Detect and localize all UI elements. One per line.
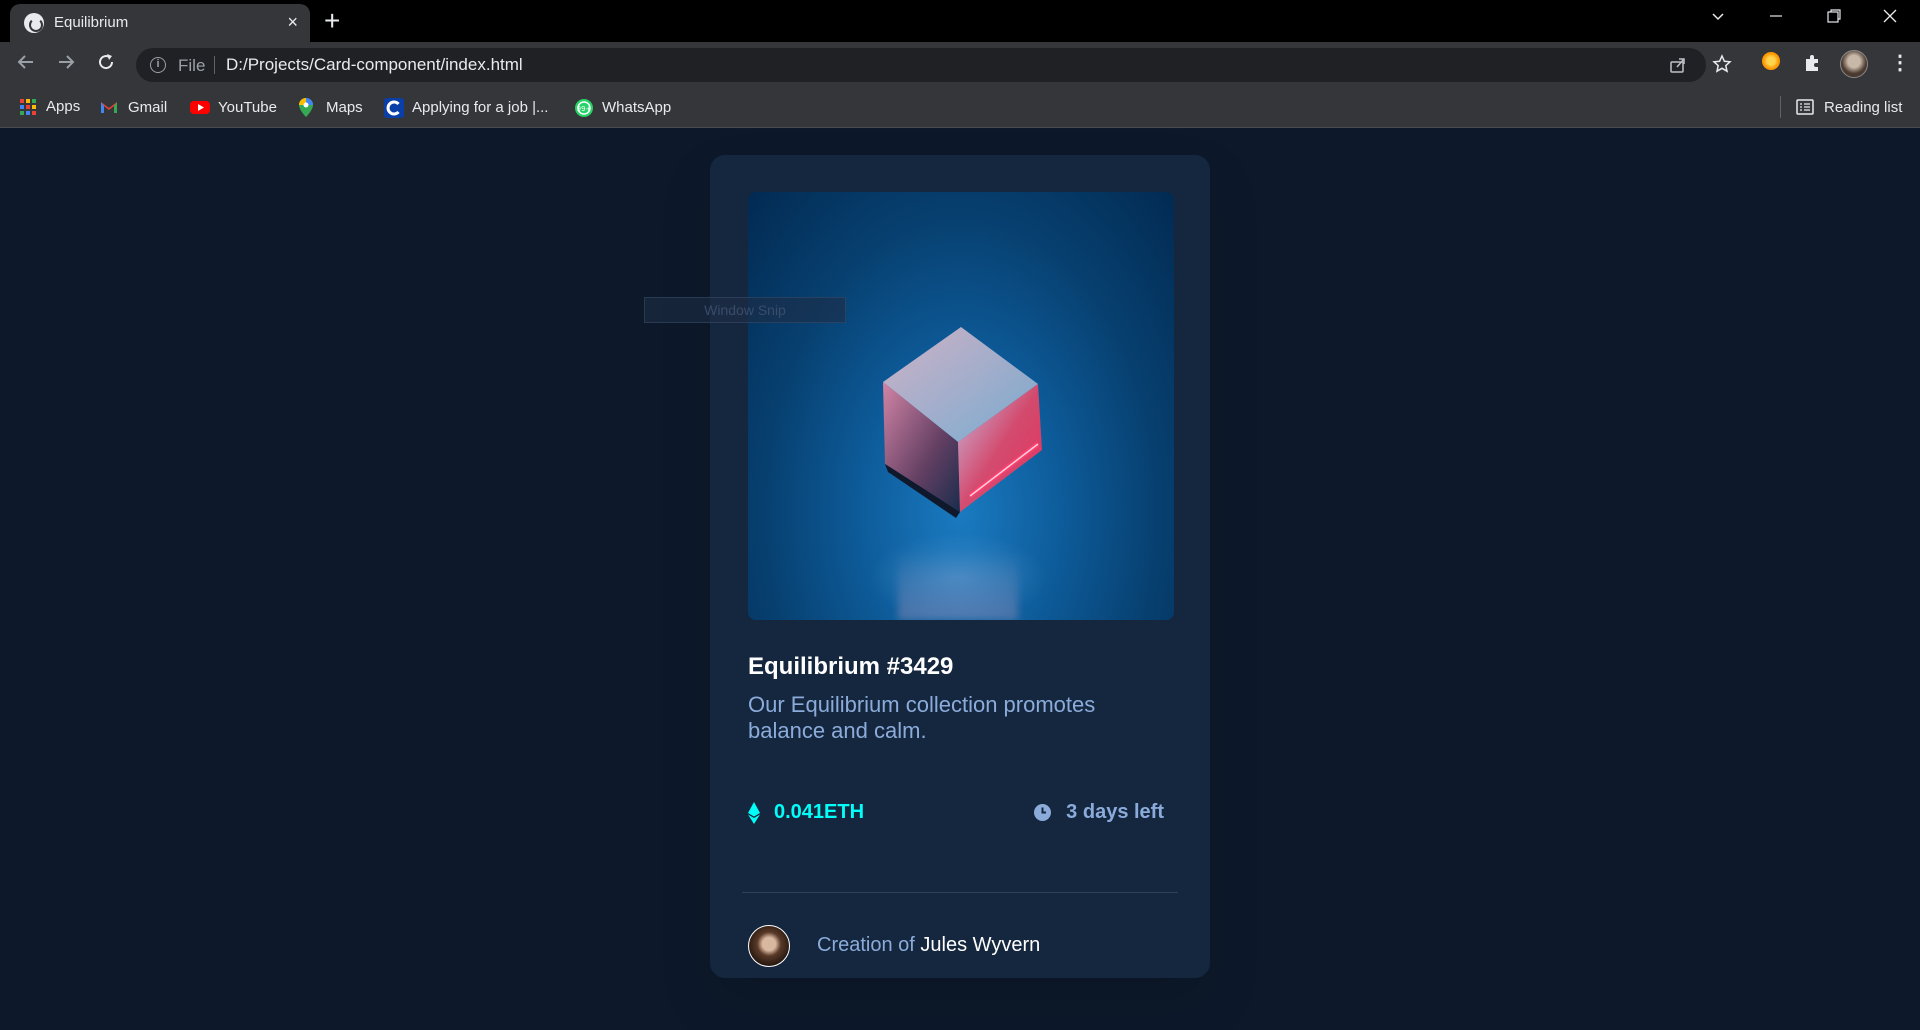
bookmark-label: YouTube (218, 98, 277, 116)
bookmark-star-icon[interactable] (1712, 54, 1732, 78)
nft-card: Equilibrium #3429 Our Equilibrium collec… (710, 155, 1210, 978)
price: 0.041ETH (748, 801, 864, 824)
share-icon[interactable] (1668, 55, 1688, 79)
maps-icon (298, 98, 316, 117)
gmail-icon (100, 98, 118, 116)
extensions-puzzle-icon[interactable] (1802, 53, 1822, 77)
creator-name[interactable]: Jules Wyvern (920, 934, 1040, 956)
reading-list-button[interactable]: Reading list (1796, 98, 1902, 116)
cube-icon (883, 327, 1042, 518)
bookmark-youtube[interactable]: YouTube (190, 98, 277, 116)
reading-list-label: Reading list (1824, 98, 1903, 116)
bookmark-label: Gmail (128, 98, 168, 116)
bookmark-applying-for-a-job[interactable]: Applying for a job |... (384, 98, 549, 118)
new-tab-button[interactable]: + (324, 6, 340, 36)
profile-avatar[interactable] (1840, 50, 1868, 78)
forward-icon[interactable] (56, 52, 76, 78)
minimize-icon[interactable] (1768, 8, 1784, 30)
window-snip-overlay: Window Snip (644, 297, 846, 323)
site-info-icon[interactable]: i (150, 57, 166, 73)
bookmarks-divider (1780, 96, 1781, 118)
creation-prefix: Creation of (817, 934, 915, 956)
bookmark-label: Maps (326, 98, 363, 116)
bookmark-maps[interactable]: Maps (298, 98, 363, 117)
card-description: Our Equilibrium collection promotes bala… (748, 692, 1096, 743)
creation-line: Creation of Jules Wyvern (817, 934, 1040, 957)
page-body: Equilibrium #3429 Our Equilibrium collec… (0, 129, 1920, 1030)
browser-menu-icon[interactable]: ⋮ (1890, 50, 1910, 76)
reading-list-icon (1796, 98, 1814, 116)
reload-icon[interactable] (96, 52, 116, 78)
bookmarks-bar: Apps Gmail YouTube Maps Applying for a j… (0, 88, 1920, 128)
bookmark-gmail[interactable]: Gmail (100, 98, 167, 116)
card-divider (742, 892, 1178, 893)
time-left-value: 3 days left (1066, 801, 1164, 823)
time-left: 3 days left (1034, 801, 1164, 824)
tab-search-icon[interactable] (1710, 8, 1726, 30)
creator-avatar (748, 925, 790, 967)
back-icon[interactable] (16, 52, 36, 78)
bookmark-label: WhatsApp (602, 98, 672, 116)
tab-title: Equilibrium (54, 14, 129, 31)
restore-icon[interactable] (1826, 8, 1842, 30)
bookmark-label: Apps (46, 98, 81, 115)
price-value: 0.041ETH (774, 801, 865, 823)
svg-text:99+: 99+ (577, 105, 592, 113)
browser-titlebar: Equilibrium × + (0, 0, 1920, 42)
extension-orange-icon[interactable] (1762, 52, 1780, 70)
page-favicon-icon (24, 13, 44, 33)
equilibrium-image[interactable] (748, 192, 1174, 620)
card-title[interactable]: Equilibrium #3429 (748, 653, 953, 681)
url-scheme-label: File (178, 56, 206, 75)
tab-equilibrium[interactable]: Equilibrium × (10, 4, 310, 42)
url-text[interactable]: D:/Projects/Card-component/index.html (226, 55, 523, 75)
url-separator (214, 56, 215, 74)
bookmark-label: Applying for a job |... (412, 98, 549, 116)
bookmark-apps[interactable]: Apps (20, 98, 80, 115)
browser-toolbar: i File D:/Projects/Card-component/index.… (0, 42, 1920, 88)
close-window-icon[interactable] (1882, 8, 1898, 30)
whatsapp-icon: 99+ (574, 98, 593, 117)
bookmark-whatsapp[interactable]: 99+ WhatsApp (574, 98, 672, 117)
ethereum-icon (748, 801, 760, 824)
apps-grid-icon (20, 98, 36, 115)
c-logo-icon (384, 98, 404, 118)
clock-icon (1034, 804, 1052, 821)
youtube-icon (190, 98, 210, 116)
address-bar[interactable]: i File D:/Projects/Card-component/index.… (136, 48, 1706, 82)
close-tab-icon[interactable]: × (287, 12, 298, 32)
